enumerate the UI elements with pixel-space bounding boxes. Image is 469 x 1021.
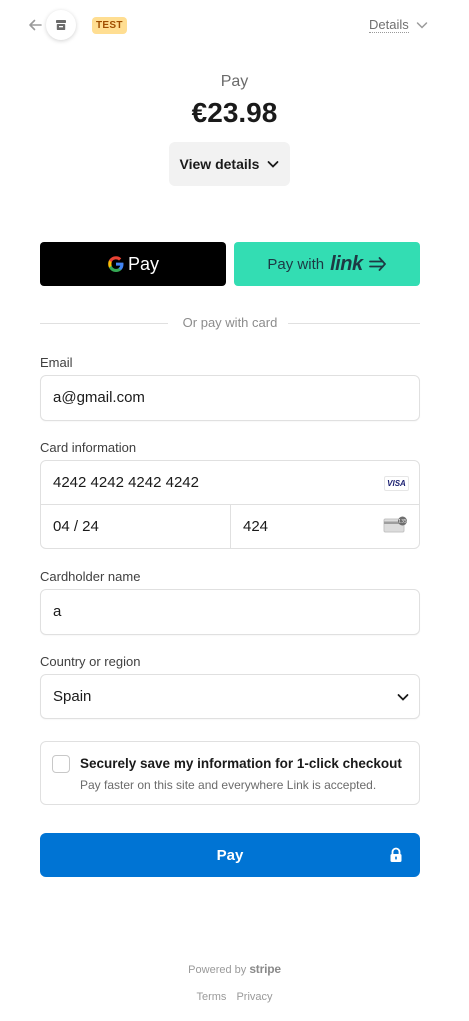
chevron-down-icon[interactable] xyxy=(416,20,428,30)
google-pay-button[interactable]: Pay xyxy=(40,242,226,286)
stripe-logo: stripe xyxy=(249,962,281,976)
cardholder-name-label: Cardholder name xyxy=(40,569,141,584)
cvc-field[interactable]: 424 xyxy=(243,505,268,549)
cardholder-name-field[interactable]: a xyxy=(40,589,420,635)
test-mode-badge: TEST xyxy=(92,17,127,34)
save-info-box: Securely save my information for 1-click… xyxy=(40,741,420,805)
link-logo: link xyxy=(330,252,363,275)
email-label: Email xyxy=(40,355,73,370)
arrow-left-icon[interactable] xyxy=(26,16,44,34)
store-avatar xyxy=(46,10,76,40)
total-amount: €23.98 xyxy=(191,97,278,128)
details-link[interactable]: Details xyxy=(369,18,409,33)
cardholder-name-value: a xyxy=(53,603,62,620)
link-prefix-label: Pay with xyxy=(267,255,325,273)
chevron-down-icon xyxy=(397,694,409,701)
card-information-label: Card information xyxy=(40,440,137,455)
pay-button[interactable]: Pay xyxy=(40,833,420,877)
save-info-title: Securely save my information for 1-click… xyxy=(80,756,402,771)
country-value: Spain xyxy=(53,688,92,705)
pay-with-link-button[interactable]: Pay with link xyxy=(234,242,420,286)
chevron-down-icon xyxy=(268,161,279,168)
save-info-subtitle: Pay faster on this site and everywhere L… xyxy=(80,778,377,792)
lock-icon xyxy=(390,847,402,862)
expiry-field[interactable]: 04 / 24 xyxy=(53,505,99,549)
pay-button-label: Pay xyxy=(216,846,244,864)
cvc-card-icon: 135 xyxy=(383,516,407,533)
store-icon xyxy=(56,20,66,30)
save-info-checkbox[interactable] xyxy=(52,755,70,773)
view-details-label: View details xyxy=(179,156,260,172)
privacy-link[interactable]: Privacy xyxy=(236,991,272,1003)
powered-by-text: Powered by xyxy=(188,964,247,976)
email-field[interactable]: a@gmail.com xyxy=(40,375,420,421)
footer-links: Terms Privacy xyxy=(0,991,469,1003)
country-label: Country or region xyxy=(40,654,141,669)
card-number-field[interactable]: 4242 4242 4242 4242 VISA xyxy=(41,461,419,505)
card-information-group: 4242 4242 4242 4242 VISA 04 / 24 424 135 xyxy=(40,460,420,549)
pay-label: Pay xyxy=(220,73,249,90)
visa-icon: VISA xyxy=(384,476,409,491)
double-arrow-right-icon xyxy=(368,257,386,271)
terms-link[interactable]: Terms xyxy=(196,991,226,1003)
cvc-badge-text: 135 xyxy=(398,519,407,525)
or-divider: Or pay with card xyxy=(40,314,420,332)
google-pay-label: Pay xyxy=(127,253,160,274)
email-value: a@gmail.com xyxy=(53,389,145,406)
country-select[interactable]: Spain xyxy=(40,674,420,719)
card-number-value: 4242 4242 4242 4242 xyxy=(53,474,199,491)
powered-by-stripe[interactable]: Powered by stripe xyxy=(0,962,469,976)
view-details-button[interactable]: View details xyxy=(169,142,290,186)
google-g-icon xyxy=(108,256,124,272)
